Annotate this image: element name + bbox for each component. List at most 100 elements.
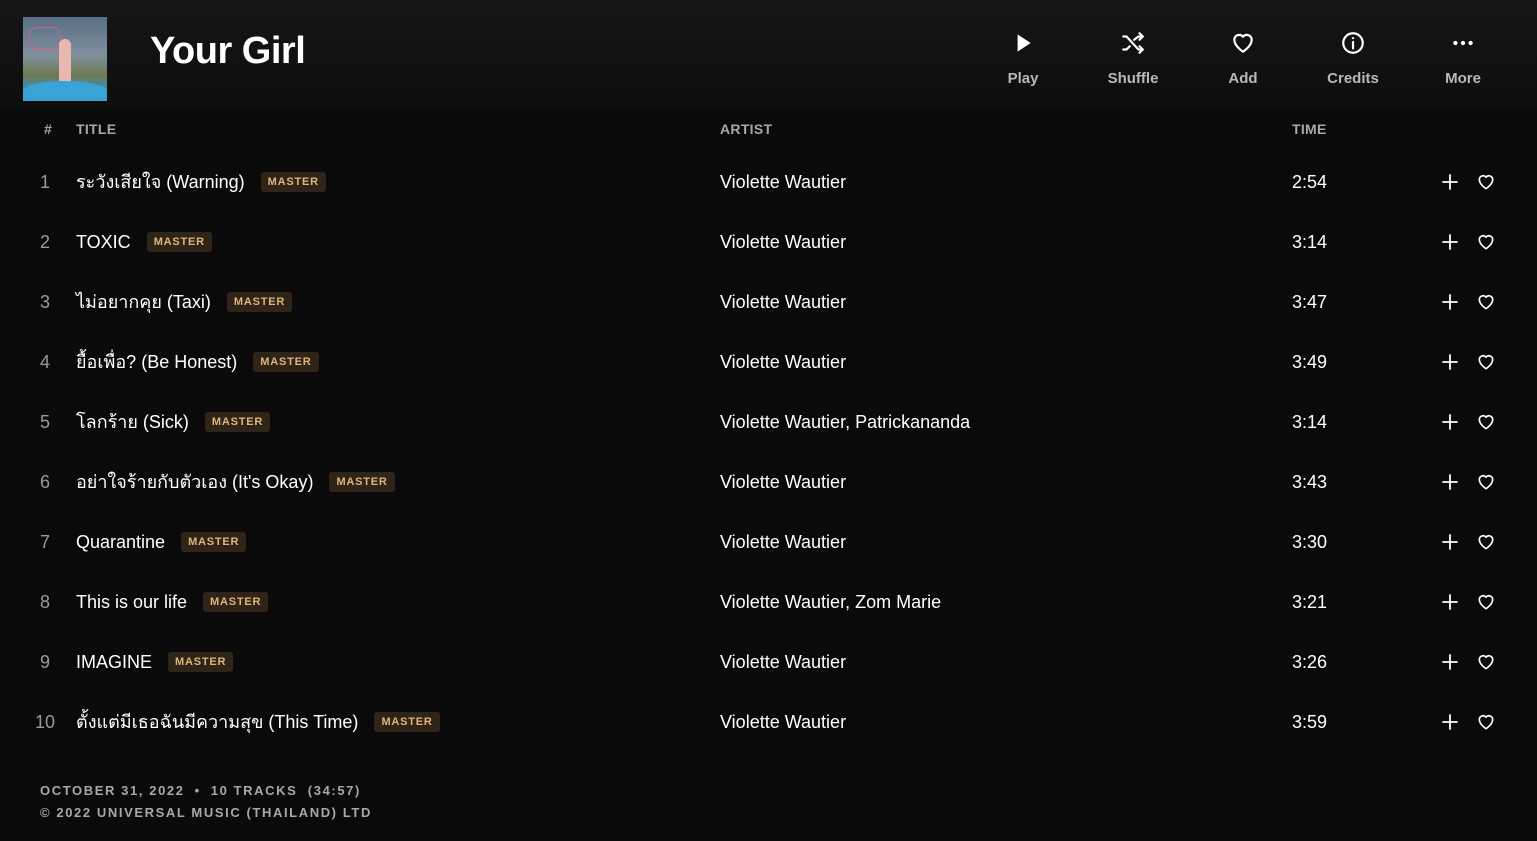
- track-title[interactable]: โลกร้าย (Sick): [76, 392, 189, 452]
- track-title-cell: IMAGINE MASTER: [76, 632, 234, 692]
- favorite-heart-icon[interactable]: [1476, 292, 1496, 312]
- track-duration: 3:21: [1292, 592, 1328, 612]
- column-title[interactable]: TITLE: [76, 121, 116, 137]
- track-artist[interactable]: Violette Wautier: [720, 632, 846, 692]
- track-title-cell: อย่าใจร้ายกับตัวเอง (It's Okay) MASTER: [76, 452, 395, 512]
- release-date: OCTOBER 31, 2022: [40, 783, 185, 798]
- track-table-header: # TITLE ARTIST TIME: [0, 121, 1537, 141]
- add-to-playlist-icon[interactable]: [1440, 472, 1460, 492]
- favorite-heart-icon[interactable]: [1476, 532, 1496, 552]
- play-button[interactable]: Play: [968, 30, 1078, 87]
- track-artist[interactable]: Violette Wautier: [720, 512, 846, 572]
- add-to-playlist-icon[interactable]: [1440, 232, 1460, 252]
- master-badge: MASTER: [253, 352, 319, 372]
- add-button[interactable]: Add: [1188, 30, 1298, 87]
- track-number: 2: [39, 232, 50, 252]
- credits-label: Credits: [1327, 70, 1379, 87]
- favorite-heart-icon[interactable]: [1476, 592, 1496, 612]
- add-to-playlist-icon[interactable]: [1440, 532, 1460, 552]
- track-row[interactable]: 10 ตั้งแต่มีเธอฉันมีความสุข (This Time) MA…: [0, 692, 1537, 752]
- track-title[interactable]: ตั้งแต่มีเธอฉันมีความสุข (This Time): [76, 692, 358, 752]
- track-number: 6: [39, 472, 50, 492]
- track-title[interactable]: Quarantine: [76, 512, 165, 572]
- play-label: Play: [1007, 70, 1039, 87]
- track-title-cell: ไม่อยากคุย (Taxi) MASTER: [76, 272, 293, 332]
- credits-button[interactable]: Credits: [1298, 30, 1408, 87]
- track-row[interactable]: 7 Quarantine MASTER Violette Wautier 3:30: [0, 512, 1537, 572]
- shuffle-label: Shuffle: [1107, 70, 1159, 87]
- track-title[interactable]: ยื้อเพื่อ? (Be Honest): [76, 332, 237, 392]
- add-to-playlist-icon[interactable]: [1440, 412, 1460, 432]
- album-cover[interactable]: [23, 17, 107, 101]
- master-badge: MASTER: [329, 472, 395, 492]
- favorite-heart-icon[interactable]: [1476, 232, 1496, 252]
- track-number: 3: [39, 292, 50, 312]
- add-to-playlist-icon[interactable]: [1440, 592, 1460, 612]
- add-to-playlist-icon[interactable]: [1440, 172, 1460, 192]
- track-number: 5: [39, 412, 50, 432]
- favorite-heart-icon[interactable]: [1476, 172, 1496, 192]
- track-duration: 3:14: [1292, 412, 1328, 432]
- more-button[interactable]: More: [1408, 30, 1518, 87]
- favorite-heart-icon[interactable]: [1476, 352, 1496, 372]
- footer-separator: •: [194, 783, 201, 798]
- track-artist[interactable]: Violette Wautier: [720, 272, 846, 332]
- cover-logo: [29, 27, 61, 49]
- add-to-playlist-icon[interactable]: [1440, 292, 1460, 312]
- track-artist[interactable]: Violette Wautier, Patrickananda: [720, 392, 970, 452]
- shuffle-icon: [1122, 32, 1144, 54]
- master-badge: MASTER: [374, 712, 440, 732]
- track-row[interactable]: 4 ยื้อเพื่อ? (Be Honest) MASTER Violette Wa…: [0, 332, 1537, 392]
- album-footer: OCTOBER 31, 2022 • 10 TRACKS (34:57) © 202…: [40, 780, 372, 824]
- track-number: 8: [39, 592, 50, 612]
- track-artist[interactable]: Violette Wautier: [720, 452, 846, 512]
- track-row[interactable]: 5 โลกร้าย (Sick) MASTER Violette Wautier, P…: [0, 392, 1537, 452]
- track-count: 10 TRACKS (34:57): [210, 783, 361, 798]
- add-to-playlist-icon[interactable]: [1440, 352, 1460, 372]
- favorite-heart-icon[interactable]: [1476, 712, 1496, 732]
- track-duration: 3:43: [1292, 472, 1328, 492]
- add-label: Add: [1228, 70, 1258, 87]
- track-artist[interactable]: Violette Wautier: [720, 212, 846, 272]
- track-row[interactable]: 2 TOXIC MASTER Violette Wautier 3:14: [0, 212, 1537, 272]
- track-row[interactable]: 9 IMAGINE MASTER Violette Wautier 3:26: [0, 632, 1537, 692]
- track-title-cell: ยื้อเพื่อ? (Be Honest) MASTER: [76, 332, 319, 392]
- favorite-heart-icon[interactable]: [1476, 412, 1496, 432]
- track-artist[interactable]: Violette Wautier: [720, 332, 846, 392]
- track-title[interactable]: อย่าใจร้ายกับตัวเอง (It's Okay): [76, 452, 313, 512]
- track-row[interactable]: 8 This is our life MASTER Violette Wautier,…: [0, 572, 1537, 632]
- track-title[interactable]: TOXIC: [76, 212, 131, 272]
- track-number: 4: [39, 352, 50, 372]
- track-title[interactable]: This is our life: [76, 572, 187, 632]
- track-title[interactable]: ไม่อยากคุย (Taxi): [76, 272, 211, 332]
- track-artist[interactable]: Violette Wautier: [720, 152, 846, 212]
- track-row[interactable]: 1 ระวังเสียใจ (Warning) MASTER Violette Wau…: [0, 152, 1537, 212]
- track-row[interactable]: 3 ไม่อยากคุย (Taxi) MASTER Violette Wautier…: [0, 272, 1537, 332]
- track-title[interactable]: IMAGINE: [76, 632, 152, 692]
- favorite-heart-icon[interactable]: [1476, 652, 1496, 672]
- action-bar: Play Shuffle Add Credits More: [968, 30, 1518, 87]
- master-badge: MASTER: [146, 232, 212, 252]
- track-duration: 3:59: [1292, 712, 1328, 732]
- column-time[interactable]: TIME: [1292, 121, 1327, 137]
- track-duration: 3:49: [1292, 352, 1328, 372]
- track-duration: 3:26: [1292, 652, 1328, 672]
- track-title-cell: ตั้งแต่มีเธอฉันมีความสุข (This Time) MAST…: [76, 692, 440, 752]
- track-artist[interactable]: Violette Wautier: [720, 692, 846, 752]
- favorite-heart-icon[interactable]: [1476, 472, 1496, 492]
- column-artist[interactable]: ARTIST: [720, 121, 772, 137]
- track-row[interactable]: 6 อย่าใจร้ายกับตัวเอง (It's Okay) MASTER Vi…: [0, 452, 1537, 512]
- track-title[interactable]: ระวังเสียใจ (Warning): [76, 152, 245, 212]
- play-icon: [1017, 34, 1031, 52]
- track-number: 1: [39, 172, 50, 192]
- track-title-cell: This is our life MASTER: [76, 572, 269, 632]
- cover-pool: [23, 81, 107, 101]
- track-title-cell: TOXIC MASTER: [76, 212, 212, 272]
- shuffle-button[interactable]: Shuffle: [1078, 30, 1188, 87]
- track-duration: 3:14: [1292, 232, 1328, 252]
- track-artist[interactable]: Violette Wautier, Zom Marie: [720, 572, 941, 632]
- track-number: 10: [34, 712, 56, 732]
- info-icon: [1342, 32, 1364, 54]
- add-to-playlist-icon[interactable]: [1440, 652, 1460, 672]
- add-to-playlist-icon[interactable]: [1440, 712, 1460, 732]
